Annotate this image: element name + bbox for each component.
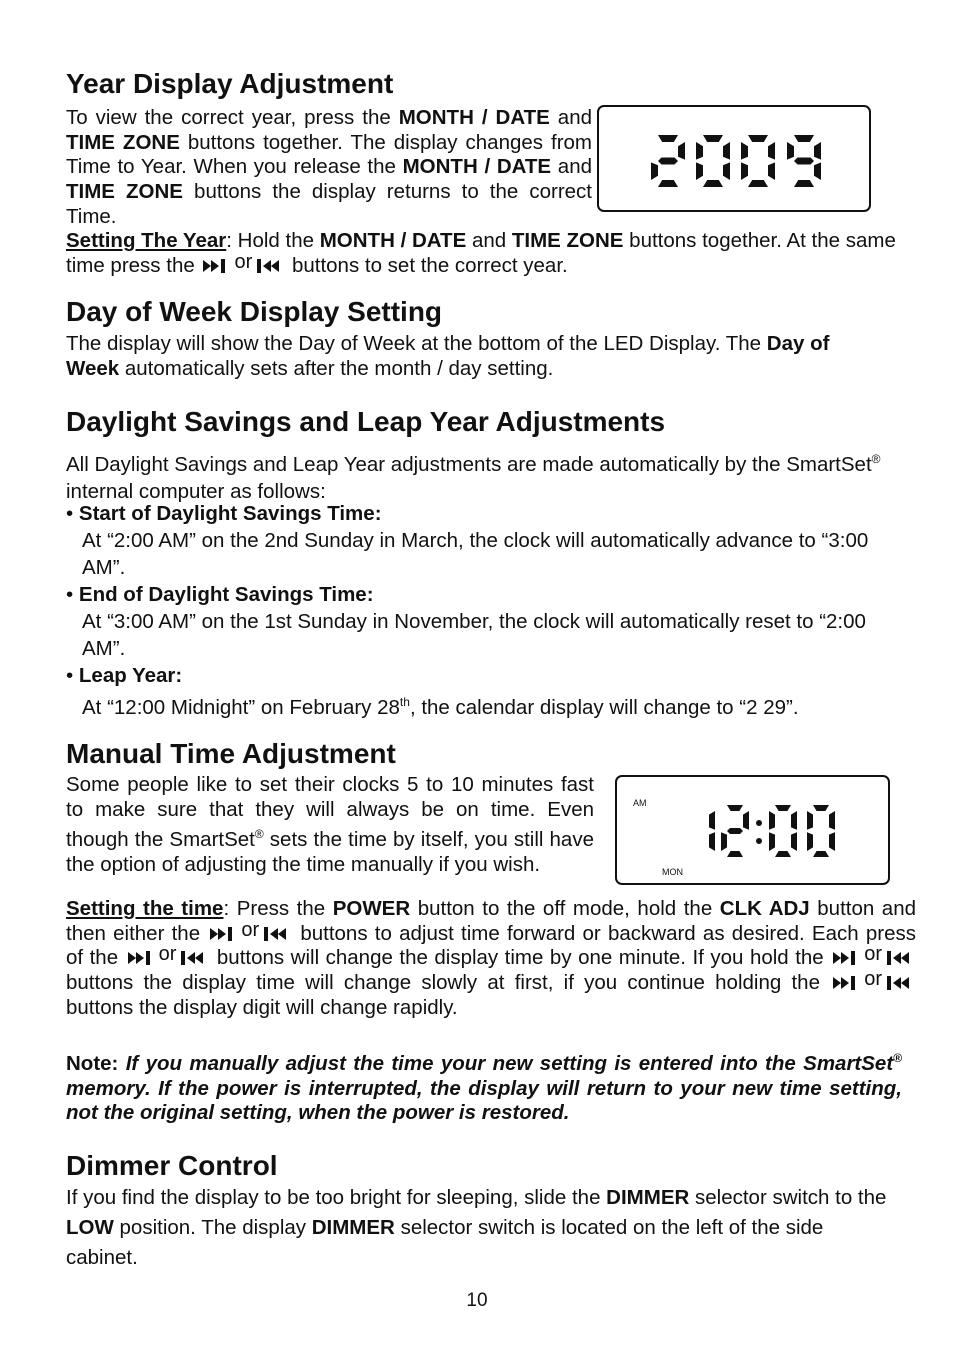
lcd-segment xyxy=(813,805,829,811)
lcd-segment xyxy=(709,811,715,830)
lcd-segment xyxy=(814,162,821,180)
heading-year-display: Year Display Adjustment xyxy=(66,68,394,99)
lcd-segment xyxy=(696,162,703,180)
lcd-segment xyxy=(723,162,730,180)
lcd-segment xyxy=(813,851,829,857)
lcd-segment xyxy=(703,135,723,142)
lcd-segment xyxy=(727,828,743,834)
lcd-digit xyxy=(807,805,835,857)
list-item: • Leap Year: xyxy=(66,664,183,687)
list-item: • End of Daylight Savings Time: xyxy=(66,583,374,606)
lcd-segment xyxy=(696,142,703,160)
lcd-digits-time xyxy=(709,805,835,857)
year-lcd-display xyxy=(597,105,871,212)
list-item: • Start of Daylight Savings Time: xyxy=(66,502,382,525)
lcd-segment xyxy=(748,180,768,187)
year-intro-text: To view the correct year, press the MONT… xyxy=(66,106,593,228)
lcd-segment xyxy=(807,811,813,830)
lcd-segment xyxy=(743,811,749,830)
lcd-digit xyxy=(769,805,797,857)
heading-manual-time: Manual Time Adjustment xyxy=(66,738,396,769)
skip-forward-icon xyxy=(203,258,229,274)
lcd-digit xyxy=(696,135,730,187)
dst-list: • Start of Daylight Savings Time: At “2:… xyxy=(66,500,896,721)
lcd-segment xyxy=(787,142,794,160)
lcd-segment xyxy=(829,811,835,830)
dst-intro-text: All Daylight Savings and Leap Year adjus… xyxy=(66,452,881,503)
setting-year-text: Setting The Year: Hold the MONTH / DATE … xyxy=(66,229,896,277)
lcd-segment xyxy=(768,162,775,180)
lcd-segment xyxy=(769,832,775,851)
lcd-segment xyxy=(651,162,658,180)
lcd-segment xyxy=(678,142,685,160)
lcd-segment xyxy=(794,157,814,165)
skip-forward-icon xyxy=(210,926,236,942)
skip-forward-icon xyxy=(833,950,859,966)
day-of-week-text: The display will show the Day of Week at… xyxy=(66,332,830,380)
lcd-segment xyxy=(791,811,797,830)
lcd-digit xyxy=(721,805,749,857)
lcd-segment xyxy=(727,805,743,811)
list-item-text: At “3:00 AM” on the 1st Sunday in Novemb… xyxy=(82,610,866,660)
skip-forward-icon xyxy=(833,975,859,991)
skip-backward-icon xyxy=(264,926,290,942)
lcd-segment xyxy=(723,142,730,160)
lcd-digit xyxy=(651,135,685,187)
lcd-segment xyxy=(814,142,821,160)
setting-time-label: Setting the time xyxy=(66,897,224,920)
lcd-segment xyxy=(794,135,814,142)
lcd-segment xyxy=(769,811,775,830)
lcd-colon-dot xyxy=(756,838,762,844)
heading-daylight-savings: Daylight Savings and Leap Year Adjustmen… xyxy=(66,406,666,437)
lcd-segment xyxy=(768,142,775,160)
note-label: Note: xyxy=(66,1051,119,1075)
skip-backward-icon xyxy=(181,950,207,966)
heading-dimmer-control: Dimmer Control xyxy=(66,1150,278,1181)
lcd-digit xyxy=(787,135,821,187)
skip-forward-icon xyxy=(128,950,154,966)
time-lcd-display: AM MON xyxy=(615,775,890,885)
lcd-segment xyxy=(741,142,748,160)
lcd-segment xyxy=(807,832,813,851)
lcd-segment xyxy=(721,832,727,851)
lcd-segment xyxy=(703,180,723,187)
lcd-segment xyxy=(775,805,791,811)
lcd-segment xyxy=(658,180,678,187)
lcd-segment xyxy=(658,157,678,165)
lcd-segment xyxy=(791,832,797,851)
lcd-segment xyxy=(658,135,678,142)
note-text: Note: If you manually adjust the time yo… xyxy=(66,1051,902,1125)
skip-backward-icon xyxy=(887,975,913,991)
heading-day-of-week: Day of Week Display Setting xyxy=(66,296,443,327)
lcd-digit xyxy=(709,811,715,851)
setting-time-text: Setting the time: Press the POWER button… xyxy=(66,897,917,1019)
lcd-colon-dot xyxy=(756,820,762,826)
lcd-segment xyxy=(775,851,791,857)
setting-year-label: Setting The Year xyxy=(66,229,227,252)
lcd-segment xyxy=(794,180,814,187)
lcd-segment xyxy=(709,832,715,851)
lcd-segment xyxy=(748,135,768,142)
skip-backward-icon xyxy=(257,258,283,274)
list-item-text: At “2:00 AM” on the 2nd Sunday in March,… xyxy=(82,529,869,579)
lcd-segment xyxy=(727,851,743,857)
list-item-text: At “12:00 Midnight” on February 28th, th… xyxy=(82,695,799,719)
manual-intro-text: Some people like to set their clocks 5 t… xyxy=(66,773,594,876)
page-number: 10 xyxy=(466,1290,488,1311)
lcd-digits-year xyxy=(651,135,821,187)
lcd-segment xyxy=(741,162,748,180)
dimmer-text: If you find the display to be too bright… xyxy=(66,1186,887,1269)
lcd-segment xyxy=(829,832,835,851)
lcd-digit xyxy=(741,135,775,187)
skip-backward-icon xyxy=(887,950,913,966)
